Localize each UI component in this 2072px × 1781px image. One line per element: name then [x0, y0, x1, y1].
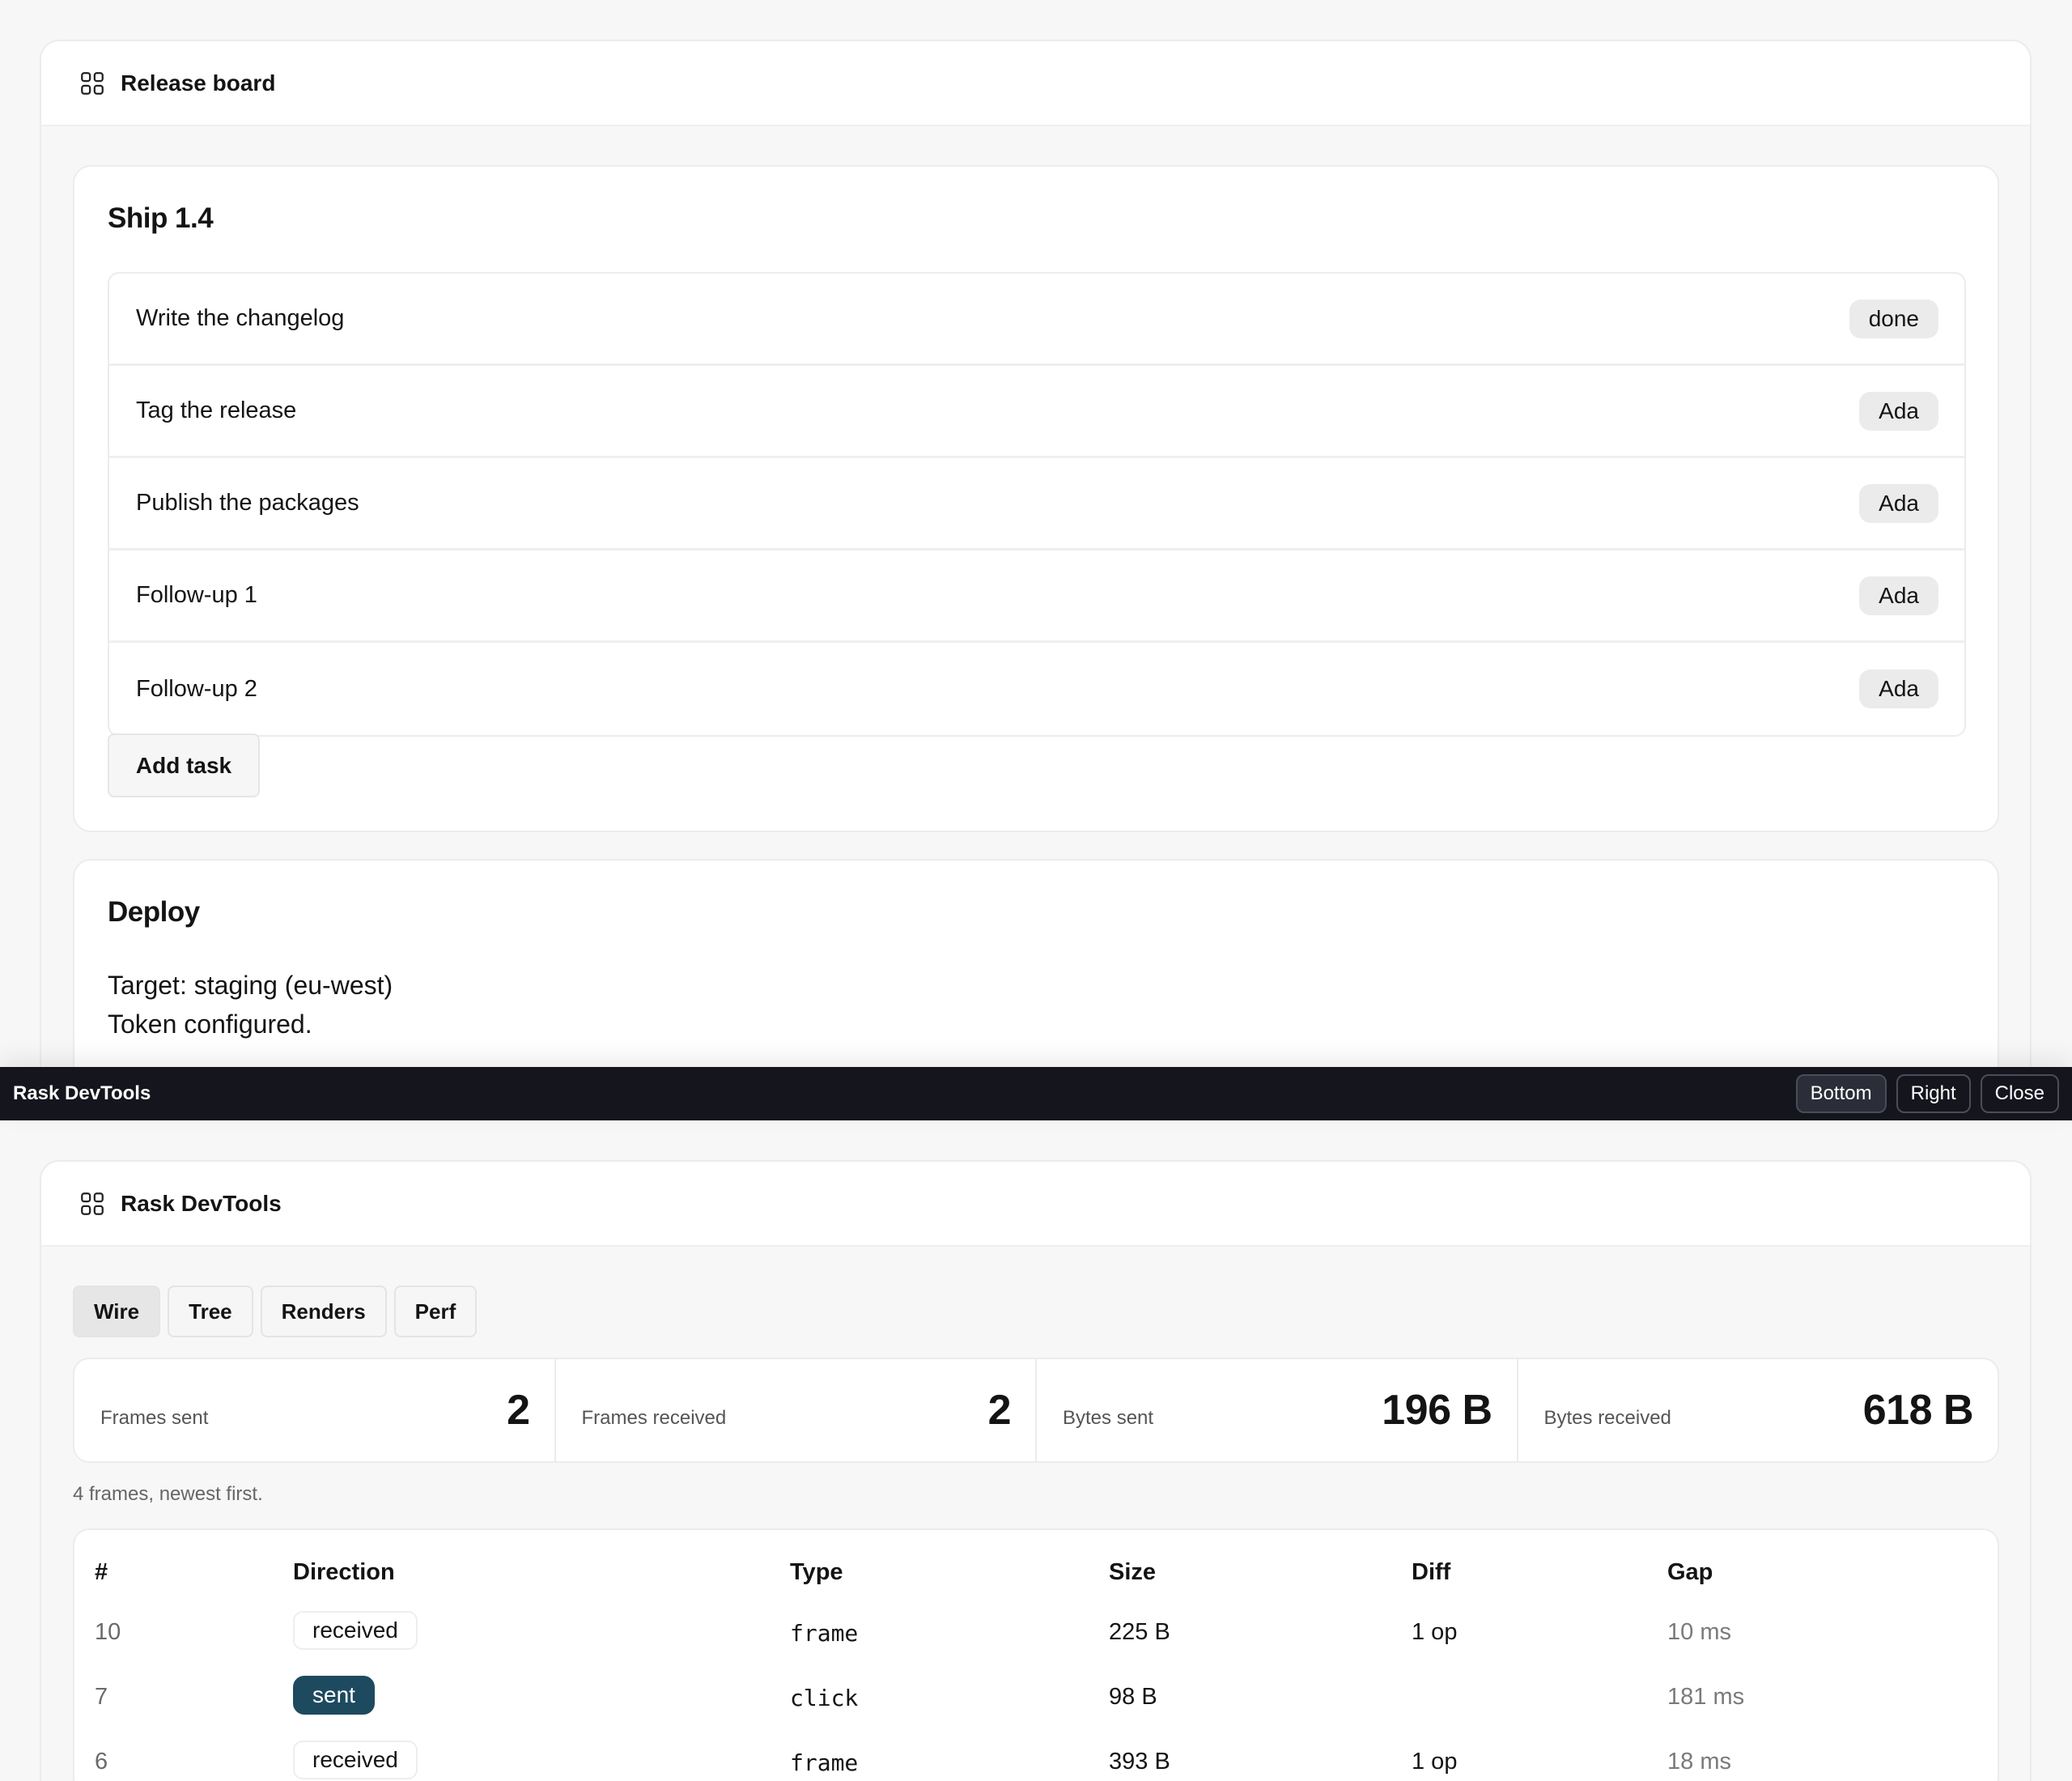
- frame-type: frame: [790, 1620, 859, 1647]
- direction-badge: received: [293, 1611, 418, 1650]
- direction-badge: received: [293, 1741, 418, 1779]
- card-header: Rask DevTools: [41, 1162, 2030, 1247]
- dock-bottom-button[interactable]: Bottom: [1795, 1074, 1887, 1113]
- stat-bytes-received: Bytes received 618 B: [1518, 1359, 1998, 1461]
- app-title: Release board: [121, 70, 276, 96]
- column-header-direction: Direction: [293, 1559, 395, 1585]
- frames-note: 4 frames, newest first.: [73, 1483, 263, 1505]
- stat-label: Frames sent: [100, 1407, 209, 1429]
- column-header-num: #: [95, 1559, 108, 1585]
- table-row[interactable]: 7 sent click 98 B 181 ms: [74, 1664, 1998, 1729]
- frame-gap: 10 ms: [1667, 1619, 1731, 1645]
- assignee-badge: Ada: [1859, 669, 1938, 708]
- deploy-heading: Deploy: [108, 896, 200, 928]
- grid-icon: [81, 71, 104, 95]
- dock-controls: Bottom Right Close: [1795, 1074, 2059, 1113]
- stat-frames-received: Frames received 2: [556, 1359, 1037, 1461]
- frame-type: frame: [790, 1749, 859, 1776]
- frame-number: 10: [95, 1619, 121, 1645]
- column-header-type: Type: [790, 1559, 843, 1585]
- task-row[interactable]: Publish the packages Ada: [109, 458, 1964, 550]
- assignee-badge: Ada: [1859, 483, 1938, 523]
- devtools-title: Rask DevTools: [121, 1190, 282, 1216]
- status-badge: done: [1849, 299, 1938, 338]
- stat-label: Frames received: [581, 1407, 727, 1429]
- direction-cell: received: [293, 1611, 418, 1650]
- task-row[interactable]: Write the changelog done: [109, 274, 1964, 366]
- close-button[interactable]: Close: [1980, 1074, 2059, 1113]
- frame-diff: 1 op: [1412, 1619, 1458, 1645]
- frames-table: # Direction Type Size Diff Gap 10 receiv…: [73, 1528, 1999, 1781]
- wire-stats: Frames sent 2 Frames received 2 Bytes se…: [73, 1358, 1999, 1463]
- frame-size: 393 B: [1109, 1749, 1170, 1775]
- stat-label: Bytes received: [1543, 1407, 1671, 1429]
- column-header-size: Size: [1109, 1559, 1157, 1585]
- deploy-info: Target: staging (eu-west) Token configur…: [108, 966, 393, 1044]
- stat-frames-sent: Frames sent 2: [74, 1359, 556, 1461]
- task-list: Write the changelog done Tag the release…: [108, 272, 1966, 737]
- frame-type: click: [790, 1685, 859, 1711]
- frame-size: 225 B: [1109, 1619, 1170, 1645]
- task-row[interactable]: Tag the release Ada: [109, 366, 1964, 458]
- grid-icon: [81, 1192, 104, 1215]
- stat-value: 196 B: [1382, 1387, 1492, 1434]
- frame-size: 98 B: [1109, 1684, 1157, 1710]
- tab-renders[interactable]: Renders: [260, 1286, 387, 1337]
- task-label: Publish the packages: [136, 490, 359, 516]
- direction-cell: received: [293, 1741, 418, 1779]
- task-label: Follow-up 1: [136, 582, 257, 608]
- direction-cell: sent: [293, 1676, 375, 1715]
- frame-number: 7: [95, 1684, 108, 1710]
- assignee-badge: Ada: [1859, 576, 1938, 615]
- ship-heading: Ship 1.4: [108, 202, 214, 234]
- table-row[interactable]: 10 received frame 225 B 1 op 10 ms: [74, 1600, 1998, 1664]
- deploy-panel: Deploy Target: staging (eu-west) Token c…: [73, 859, 1999, 1102]
- card-header: Release board: [41, 41, 2030, 126]
- deploy-token-status: Token configured.: [108, 1010, 312, 1039]
- tab-wire[interactable]: Wire: [73, 1286, 161, 1337]
- task-label: Follow-up 2: [136, 675, 257, 702]
- dock-right-button[interactable]: Right: [1896, 1074, 1971, 1113]
- devtools-bar-title: Rask DevTools: [13, 1082, 151, 1104]
- frame-gap: 181 ms: [1667, 1684, 1745, 1710]
- devtools-tabs: Wire Tree Renders Perf: [73, 1286, 478, 1337]
- task-label: Tag the release: [136, 397, 297, 423]
- task-row[interactable]: Follow-up 2 Ada: [109, 643, 1964, 735]
- stat-bytes-sent: Bytes sent 196 B: [1037, 1359, 1518, 1461]
- add-task-button[interactable]: Add task: [108, 733, 260, 797]
- frame-number: 6: [95, 1749, 108, 1775]
- direction-badge: sent: [293, 1676, 375, 1715]
- frame-gap: 18 ms: [1667, 1749, 1731, 1775]
- devtools-bar: Rask DevTools Bottom Right Close: [0, 1067, 2072, 1120]
- ship-panel: Ship 1.4 Write the changelog done Tag th…: [73, 165, 1999, 832]
- column-header-gap: Gap: [1667, 1559, 1713, 1585]
- assignee-badge: Ada: [1859, 391, 1938, 431]
- deploy-target: Target: staging (eu-west): [108, 971, 393, 1000]
- stat-value: 2: [987, 1387, 1012, 1434]
- frame-diff: 1 op: [1412, 1749, 1458, 1775]
- task-label: Write the changelog: [136, 305, 345, 331]
- tab-tree[interactable]: Tree: [168, 1286, 253, 1337]
- task-row[interactable]: Follow-up 1 Ada: [109, 550, 1964, 643]
- stat-label: Bytes sent: [1063, 1407, 1154, 1429]
- table-row[interactable]: 6 received frame 393 B 1 op 18 ms: [74, 1729, 1998, 1781]
- stat-value: 2: [507, 1387, 530, 1434]
- stat-value: 618 B: [1862, 1387, 1974, 1434]
- tab-perf[interactable]: Perf: [393, 1286, 478, 1337]
- column-header-diff: Diff: [1412, 1559, 1451, 1585]
